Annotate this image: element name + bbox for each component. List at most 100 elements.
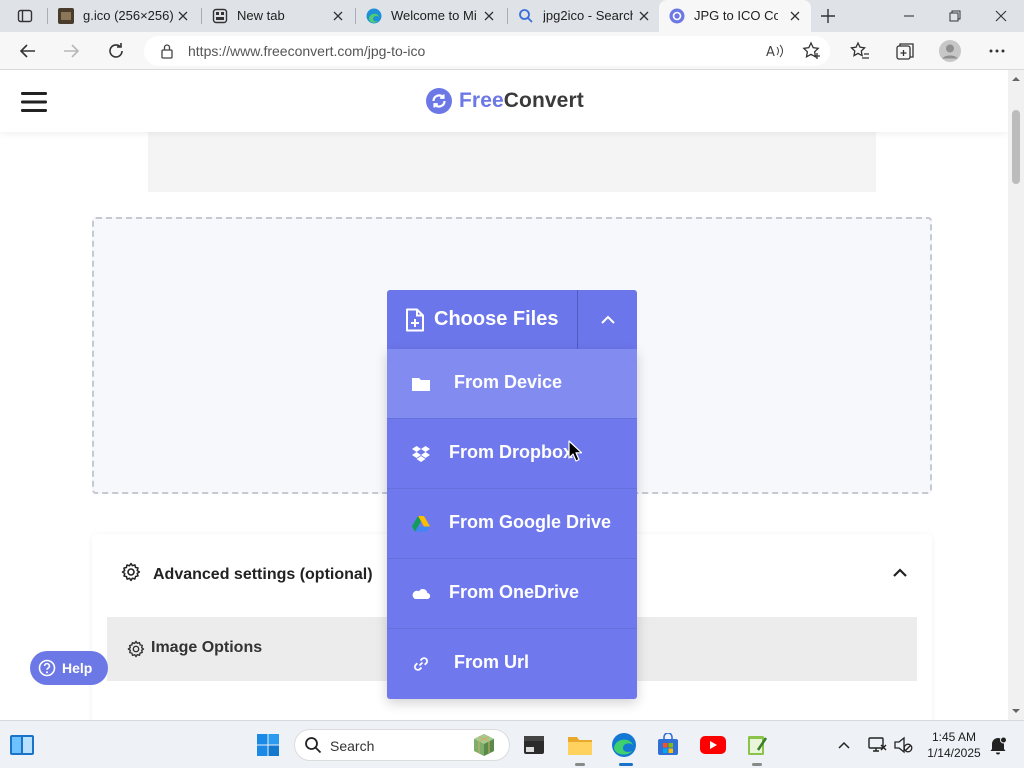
refresh-icon — [109, 43, 123, 58]
terminal-icon — [524, 736, 544, 754]
plus-icon — [821, 9, 835, 23]
windows-start-icon — [257, 734, 279, 756]
google-drive-icon — [412, 516, 430, 532]
taskbar-terminal[interactable] — [520, 731, 548, 759]
show-hidden-icons-button[interactable] — [830, 731, 858, 759]
menu-item-label: From OneDrive — [449, 582, 580, 602]
close-tab-icon[interactable] — [482, 9, 496, 23]
back-button[interactable] — [13, 36, 43, 66]
tab-welcome[interactable]: Welcome to Mi — [356, 0, 506, 32]
taskbar-youtube[interactable] — [699, 731, 727, 759]
taskbar-file-explorer[interactable] — [566, 731, 594, 759]
address-toolbar: https://www.freeconvert.com/jpg-to-ico A — [0, 32, 1024, 70]
tab-title: Welcome to Mi — [391, 8, 477, 23]
source-dropdown-toggle[interactable] — [578, 290, 637, 349]
search-highlight-icon — [474, 734, 494, 756]
menu-item-from-onedrive[interactable]: From OneDrive — [387, 559, 637, 629]
tab-actions-button[interactable] — [8, 0, 44, 32]
brand-convert-text: Convert — [503, 89, 584, 112]
collections-button[interactable] — [890, 36, 920, 66]
tab-search[interactable]: jpg2ico - Search — [508, 0, 658, 32]
lock-icon[interactable] — [160, 43, 174, 59]
favorites-button[interactable] — [845, 36, 875, 66]
taskbar-search-placeholder: Search — [330, 738, 375, 754]
page-scrollbar[interactable] — [1008, 70, 1024, 720]
new-tab-icon — [212, 8, 228, 24]
start-button[interactable] — [254, 731, 282, 759]
minimize-button[interactable] — [886, 0, 932, 32]
advanced-settings-title[interactable]: Advanced settings (optional) — [153, 566, 373, 584]
tab-gico[interactable]: g.ico (256×256) — [48, 0, 200, 32]
scroll-down-icon — [1012, 709, 1020, 713]
help-button[interactable]: Help — [30, 651, 108, 685]
close-tab-icon[interactable] — [788, 9, 802, 23]
search-icon — [519, 9, 533, 23]
close-tab-icon[interactable] — [176, 9, 190, 23]
tab-jpg-to-ico[interactable]: JPG to ICO Con — [659, 0, 811, 32]
notification-bell-icon — [990, 736, 1007, 755]
freeconvert-icon — [669, 8, 685, 24]
taskbar-store[interactable] — [654, 731, 682, 759]
tab-actions-icon — [17, 9, 33, 23]
close-tab-icon[interactable] — [331, 9, 345, 23]
tab-title: New tab — [237, 8, 285, 23]
new-tab-button[interactable] — [810, 0, 846, 32]
refresh-button[interactable] — [101, 36, 131, 66]
taskbar-search-box[interactable]: Search — [294, 729, 510, 761]
system-clock[interactable]: 1:45 AM 1/14/2025 — [920, 729, 988, 761]
web-page: FreeConvert Choose Files From Device Fro… — [0, 70, 1008, 720]
clock-time: 1:45 AM — [931, 730, 977, 744]
chevron-up-icon — [600, 315, 615, 324]
close-tab-icon[interactable] — [637, 9, 651, 23]
menu-item-label: From Google Drive — [449, 512, 612, 532]
network-status[interactable] — [863, 731, 891, 759]
running-indicator — [575, 763, 585, 766]
add-favorite-icon[interactable] — [802, 41, 822, 61]
hamburger-menu-icon[interactable] — [21, 92, 47, 112]
file-explorer-icon — [568, 737, 592, 755]
tab-title: jpg2ico - Search — [543, 8, 633, 23]
scrollbar-thumb[interactable] — [1012, 110, 1020, 184]
restore-button[interactable] — [932, 0, 978, 32]
choose-files-button[interactable]: Choose Files — [387, 290, 577, 349]
link-icon — [414, 657, 428, 671]
address-bar[interactable]: https://www.freeconvert.com/jpg-to-ico A — [144, 36, 830, 66]
edge-icon — [612, 733, 636, 757]
site-logo[interactable]: FreeConvert — [426, 88, 584, 114]
notepad-icon — [748, 736, 768, 755]
brand-name: FreeConvert — [459, 89, 584, 113]
read-aloud-icon[interactable]: A — [766, 43, 784, 59]
favorites-icon — [850, 41, 869, 59]
tab-new-tab[interactable]: New tab — [202, 0, 354, 32]
back-arrow-icon — [19, 44, 35, 58]
taskbar-edge[interactable] — [610, 731, 638, 759]
brand-free-text: Free — [459, 89, 504, 112]
menu-item-label: From Url — [454, 652, 530, 672]
running-indicator — [752, 763, 762, 766]
forward-button[interactable] — [56, 36, 86, 66]
network-icon — [868, 737, 887, 752]
mouse-cursor-icon — [568, 440, 582, 462]
help-label: Help — [62, 660, 93, 676]
dropbox-icon — [412, 446, 430, 462]
menu-item-label: From Dropbox — [449, 442, 573, 462]
widgets-button[interactable] — [8, 731, 36, 759]
choose-files-split-button: Choose Files — [387, 290, 637, 349]
freeconvert-logo-icon — [426, 88, 452, 114]
settings-more-button[interactable] — [982, 36, 1012, 66]
notifications-button[interactable] — [984, 731, 1012, 759]
collections-icon — [896, 43, 914, 60]
onedrive-icon — [412, 589, 431, 600]
menu-item-from-dropbox[interactable]: From Dropbox — [387, 419, 637, 489]
menu-item-from-google-drive[interactable]: From Google Drive — [387, 489, 637, 559]
volume-status[interactable] — [889, 731, 917, 759]
menu-item-from-device[interactable]: From Device — [387, 349, 637, 419]
menu-item-from-url[interactable]: From Url — [387, 629, 637, 699]
profile-button[interactable] — [935, 36, 965, 66]
close-window-button[interactable] — [978, 0, 1024, 32]
scroll-up-icon — [1012, 77, 1020, 81]
chevron-up-icon[interactable] — [892, 568, 908, 578]
volume-muted-icon — [894, 736, 913, 754]
taskbar-notepad[interactable] — [743, 731, 771, 759]
menu-item-label: From Device — [454, 372, 563, 392]
